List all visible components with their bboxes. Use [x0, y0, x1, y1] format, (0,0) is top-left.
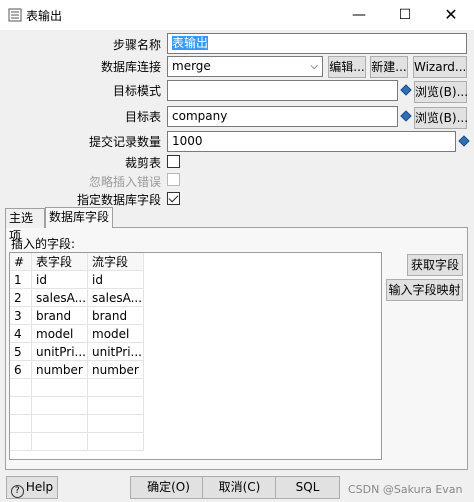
watermark: CSDN @Sakura Evan	[348, 483, 463, 496]
step-name-field[interactable]: 表输出	[167, 33, 467, 54]
stream-field-cell[interactable]: salesA...	[88, 289, 144, 307]
new-connection-button[interactable]: 新建...	[370, 56, 408, 78]
table-field-cell[interactable]: unitPri...	[32, 343, 88, 361]
empty-cell	[10, 415, 32, 433]
table-output-icon	[8, 8, 22, 22]
fields-table[interactable]: # 表字段 流字段 1 id id 2 salesA... salesA... …	[9, 252, 382, 460]
table-field-cell[interactable]: model	[32, 325, 88, 343]
fields-caption: 插入的字段:	[11, 237, 76, 251]
browse-table-button[interactable]: 浏览(B)...	[414, 107, 468, 129]
target-table-field[interactable]: company	[167, 106, 398, 127]
close-button[interactable]: ✕	[428, 0, 474, 30]
empty-cell	[10, 433, 32, 451]
wizard-button[interactable]: Wizard...	[413, 56, 467, 78]
stream-field-cell[interactable]: brand	[88, 307, 144, 325]
empty-cell	[10, 379, 32, 397]
window-title: 表输出	[26, 9, 63, 23]
row-number: 6	[10, 361, 32, 379]
target-schema-label: 目标模式	[112, 84, 161, 98]
truncate-checkbox[interactable]	[167, 155, 180, 168]
ignore-errors-checkbox[interactable]	[167, 173, 180, 186]
variable-icon	[400, 110, 412, 122]
truncate-label: 裁剪表	[124, 156, 161, 170]
stream-field-cell[interactable]: number	[88, 361, 144, 379]
variable-icon	[400, 84, 412, 96]
help-button[interactable]: ? Help	[6, 476, 58, 499]
target-schema-field[interactable]	[167, 80, 398, 101]
help-label: Help	[25, 480, 54, 494]
variable-icon	[458, 135, 470, 147]
stream-field-cell[interactable]: unitPri...	[88, 343, 144, 361]
empty-cell[interactable]	[32, 397, 88, 415]
column-header[interactable]: 表字段	[32, 253, 88, 271]
column-header[interactable]: 流字段	[88, 253, 144, 271]
row-number: 4	[10, 325, 32, 343]
edit-connection-button[interactable]: 编辑...	[328, 56, 366, 78]
browse-schema-button[interactable]: 浏览(B)...	[414, 81, 468, 103]
connection-label: 数据库连接	[100, 60, 161, 74]
empty-cell[interactable]	[88, 397, 144, 415]
sql-button[interactable]: SQL	[275, 476, 340, 499]
get-fields-button[interactable]: 获取字段	[407, 254, 463, 276]
chevron-down-icon: ⌵	[310, 61, 318, 72]
specify-fields-label: 指定数据库字段	[76, 193, 161, 207]
empty-cell[interactable]	[88, 433, 144, 451]
input-field-mapping-button[interactable]: 输入字段映射	[386, 279, 463, 301]
row-number: 3	[10, 307, 32, 325]
commit-size-field[interactable]: 1000	[167, 131, 456, 152]
cancel-button[interactable]: 取消(C)	[202, 476, 277, 499]
table-field-cell[interactable]: number	[32, 361, 88, 379]
ok-button[interactable]: 确定(O)	[130, 476, 207, 499]
specify-fields-checkbox[interactable]	[167, 192, 180, 205]
tab-database-fields[interactable]: 数据库字段	[45, 207, 113, 228]
stream-field-cell[interactable]: model	[88, 325, 144, 343]
commit-size-label: 提交记录数量	[88, 135, 161, 149]
row-number: 2	[10, 289, 32, 307]
table-field-cell[interactable]: brand	[32, 307, 88, 325]
maximize-button[interactable]: ☐	[382, 0, 428, 30]
empty-cell[interactable]	[32, 433, 88, 451]
empty-cell[interactable]	[88, 415, 144, 433]
tab-main-options[interactable]: 主选项	[5, 208, 45, 243]
ignore-errors-label: 忽略插入错误	[88, 175, 161, 189]
stream-field-cell[interactable]: id	[88, 271, 144, 289]
empty-cell[interactable]	[32, 379, 88, 397]
connection-select[interactable]: merge ⌵	[167, 56, 323, 77]
minimize-button[interactable]: —	[336, 0, 382, 30]
title-bar: 表输出 — ☐ ✕	[0, 0, 474, 30]
empty-cell[interactable]	[88, 379, 144, 397]
target-table-label: 目标表	[124, 110, 161, 124]
empty-cell[interactable]	[32, 415, 88, 433]
empty-cell	[10, 397, 32, 415]
table-field-cell[interactable]: id	[32, 271, 88, 289]
table-field-cell[interactable]: salesA...	[32, 289, 88, 307]
row-number: 1	[10, 271, 32, 289]
step-name-label: 步骤名称	[112, 38, 161, 52]
column-header: #	[10, 253, 32, 271]
row-number: 5	[10, 343, 32, 361]
help-icon: ?	[10, 485, 24, 498]
